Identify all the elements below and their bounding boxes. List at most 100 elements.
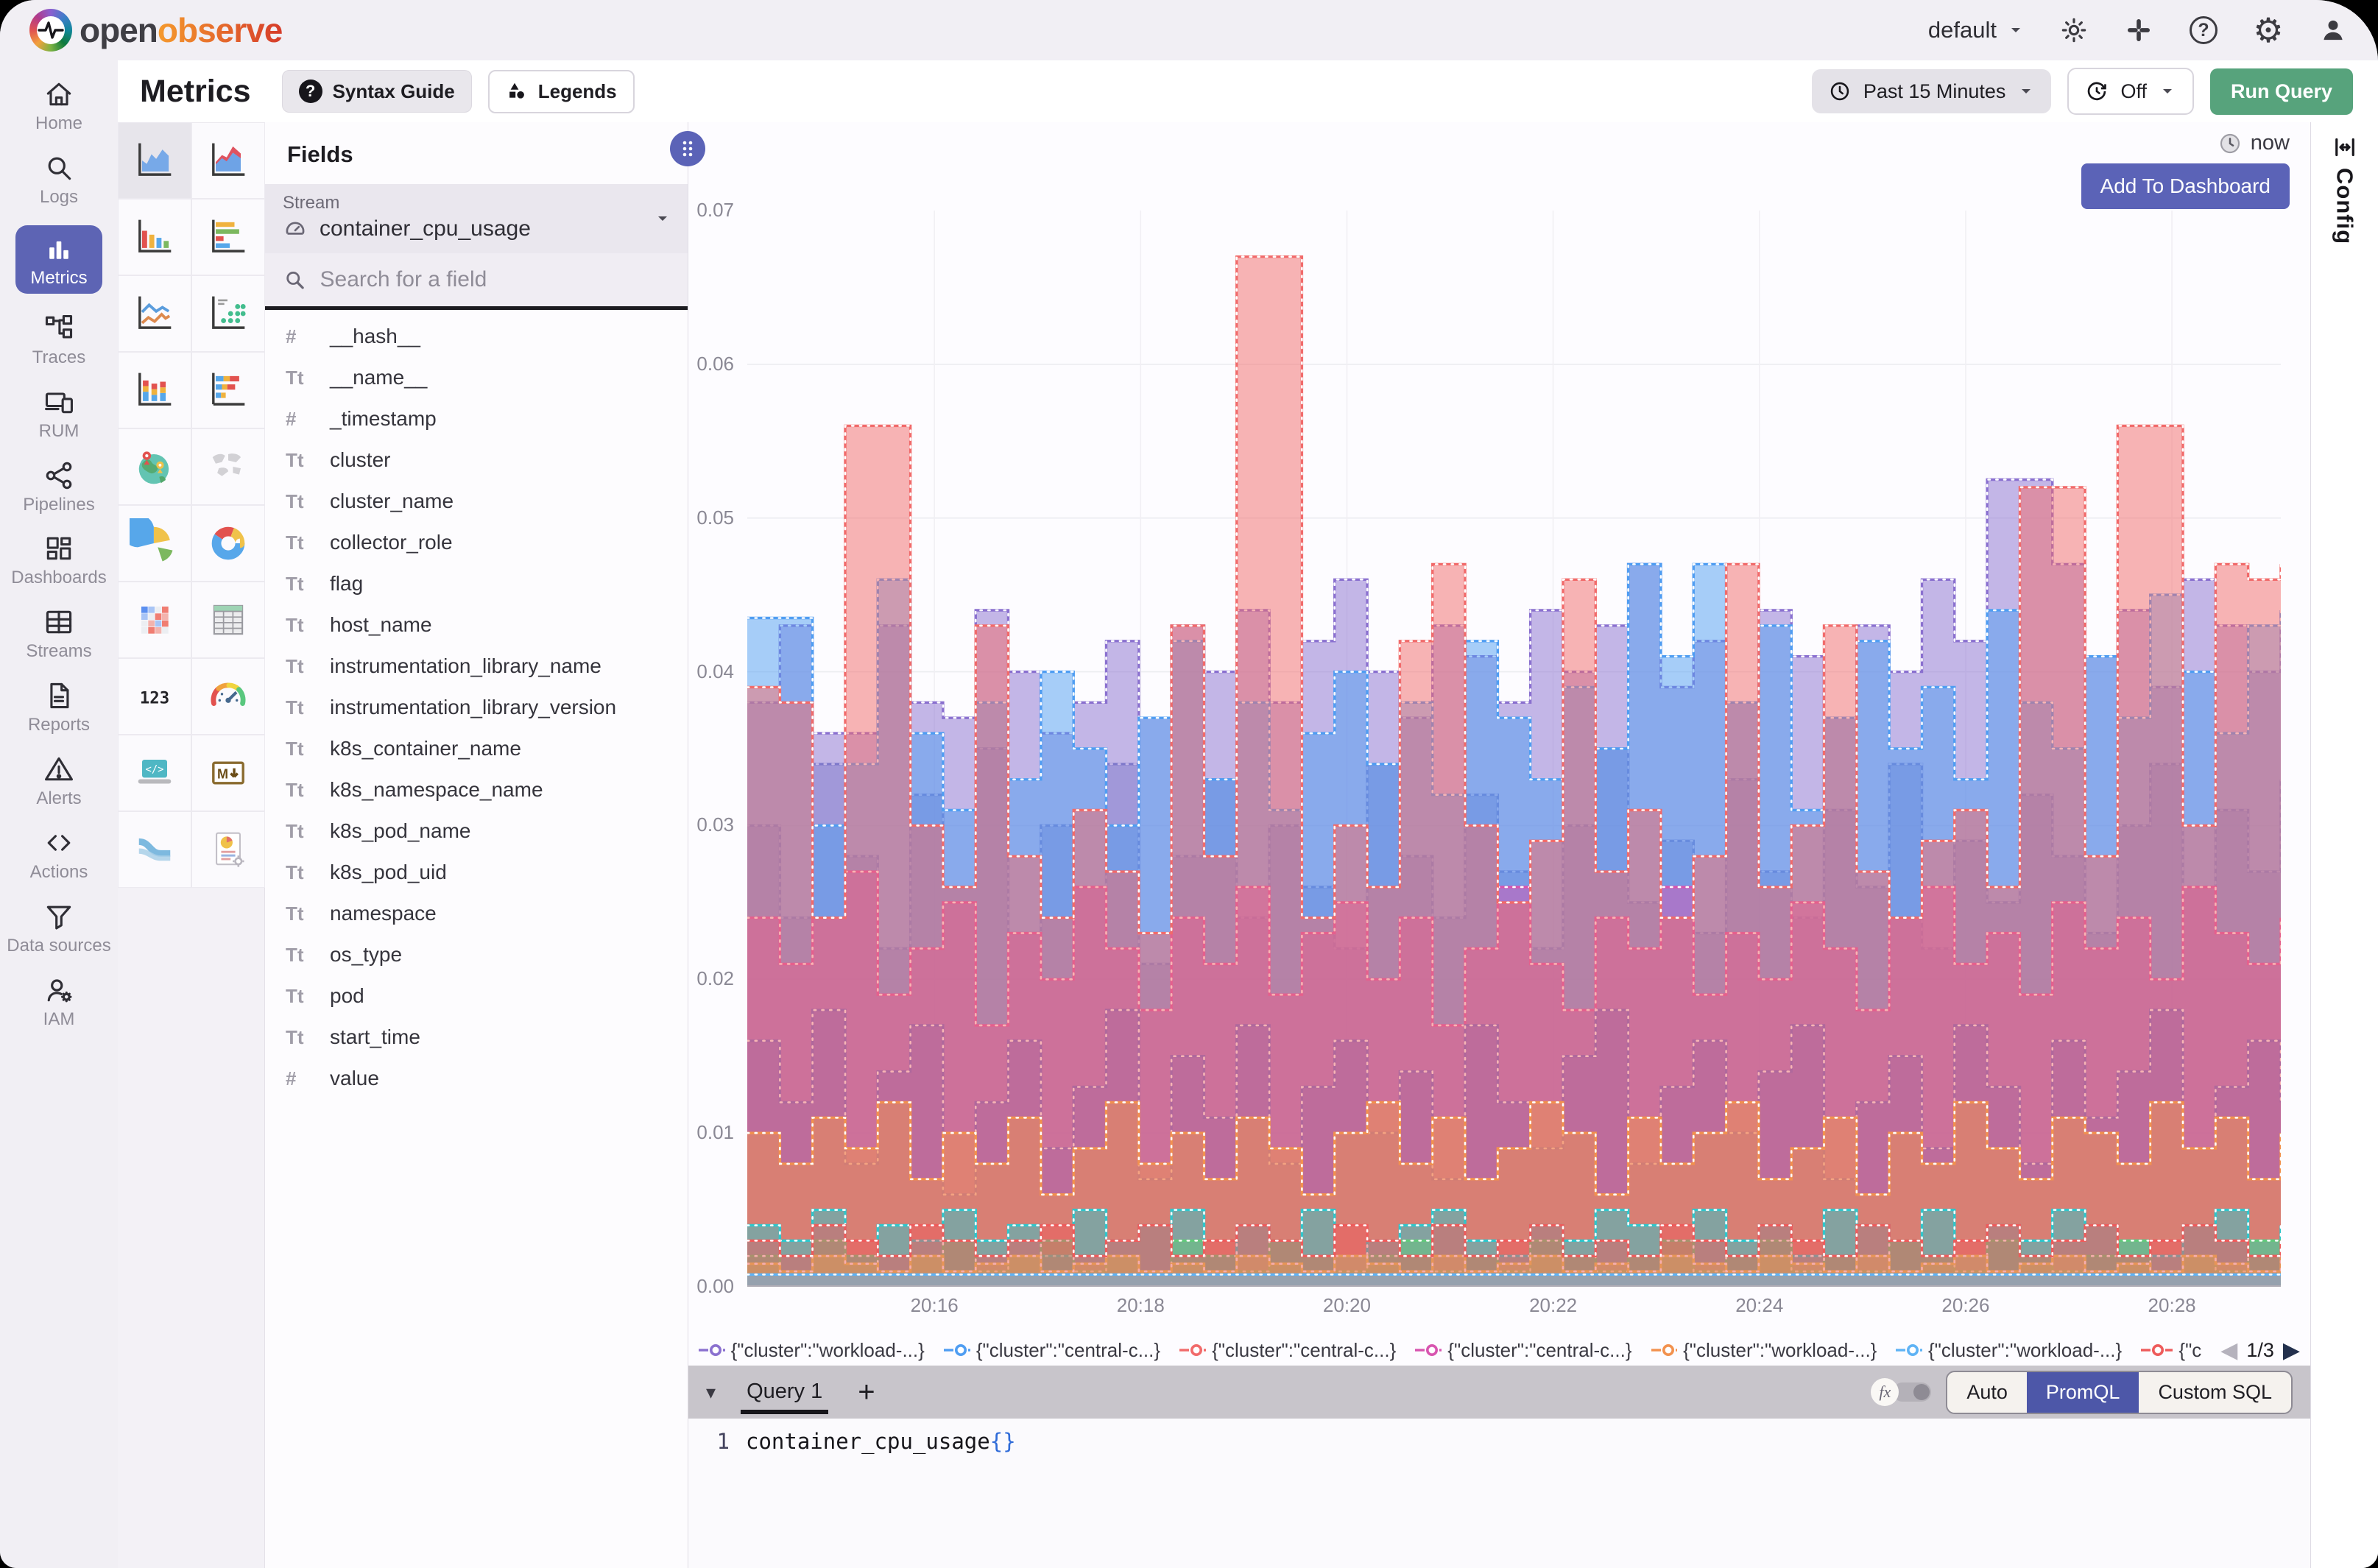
run-query-button[interactable]: Run Query — [2210, 68, 2353, 115]
legend-item-1[interactable]: {"cluster":"central-c...} — [944, 1339, 1160, 1362]
chart-type-horizontal-stacked[interactable] — [191, 352, 265, 428]
legend-item-6[interactable]: {"c — [2141, 1339, 2201, 1362]
sidebar-item-dashboards[interactable]: Dashboards — [4, 532, 114, 587]
field-item-k8s_pod_name[interactable]: Ttk8s_pod_name — [265, 811, 688, 852]
chart-type-geomap[interactable] — [118, 428, 191, 505]
chart-type-scatter[interactable] — [191, 275, 265, 352]
org-selector[interactable]: default — [1928, 17, 2025, 43]
legend-prev-icon[interactable]: ◀ — [2220, 1338, 2237, 1363]
gear-icon[interactable]: ⚙ — [2253, 15, 2284, 46]
query-editor[interactable]: 1 container_cpu_usage{} — [688, 1419, 2310, 1568]
field-item-_timestamp[interactable]: #_timestamp — [265, 398, 688, 439]
table-chart-icon — [203, 595, 253, 645]
fx-switch[interactable] — [1893, 1382, 1931, 1402]
drag-handle-icon[interactable] — [670, 131, 705, 166]
text-field-icon: Tt — [286, 944, 315, 967]
chart-type-bar[interactable] — [118, 199, 191, 275]
sidebar-item-logs[interactable]: Logs — [4, 152, 114, 207]
field-item-host_name[interactable]: Tthost_name — [265, 604, 688, 646]
chart-type-area[interactable] — [118, 122, 191, 199]
stream-selector[interactable]: Stream container_cpu_usage — [265, 184, 688, 253]
legend-item-2[interactable]: {"cluster":"central-c...} — [1179, 1339, 1396, 1362]
chart-type-html[interactable]: </> — [118, 735, 191, 811]
field-item-start_time[interactable]: Ttstart_time — [265, 1017, 688, 1058]
field-item-os_type[interactable]: Ttos_type — [265, 934, 688, 975]
chart-type-custom-chart[interactable] — [191, 811, 265, 888]
query-mode-auto[interactable]: Auto — [1947, 1372, 2027, 1413]
chart-type-markdown[interactable]: M — [191, 735, 265, 811]
field-item-flag[interactable]: Ttflag — [265, 563, 688, 604]
field-item-namespace[interactable]: Ttnamespace — [265, 893, 688, 934]
slack-icon[interactable] — [2123, 15, 2154, 46]
tab-config[interactable]: Config — [2332, 134, 2358, 244]
sidebar-item-traces[interactable]: Traces — [4, 312, 114, 367]
chart-type-stacked-bar[interactable] — [118, 352, 191, 428]
sidebar-item-rum[interactable]: RUM — [4, 386, 114, 441]
legend-item-0[interactable]: {"cluster":"workload-...} — [699, 1339, 925, 1362]
syntax-guide-button[interactable]: ? Syntax Guide — [282, 70, 472, 113]
auto-refresh-selector[interactable]: Off — [2067, 68, 2194, 115]
add-to-dashboard-button[interactable]: Add To Dashboard — [2081, 163, 2290, 209]
config-label: Config — [2332, 168, 2358, 244]
field-name: k8s_pod_uid — [330, 861, 447, 884]
field-search-input[interactable] — [320, 267, 670, 292]
field-item-instrumentation_library_name[interactable]: Ttinstrumentation_library_name — [265, 646, 688, 687]
theme-sun-icon[interactable] — [2058, 15, 2089, 46]
sidebar-item-actions[interactable]: Actions — [4, 827, 114, 882]
field-item-cluster_name[interactable]: Ttcluster_name — [265, 481, 688, 522]
chart-type-heatmap[interactable] — [118, 582, 191, 658]
chart-type-metric-text[interactable]: 123 — [118, 658, 191, 735]
add-query-button[interactable]: + — [858, 1377, 875, 1407]
legends-button[interactable]: Legends — [488, 70, 635, 113]
home-icon — [43, 78, 75, 110]
field-item-value[interactable]: #value — [265, 1058, 688, 1099]
help-icon[interactable]: ? — [2188, 15, 2219, 46]
sidebar-item-metrics[interactable]: Metrics — [15, 225, 102, 294]
chart-type-gauge[interactable] — [191, 658, 265, 735]
legend-item-3[interactable]: {"cluster":"central-c...} — [1415, 1339, 1631, 1362]
area-chart-icon — [130, 135, 180, 186]
field-item-cluster[interactable]: Ttcluster — [265, 439, 688, 481]
field-item-pod[interactable]: Ttpod — [265, 975, 688, 1017]
chart-type-line[interactable] — [118, 275, 191, 352]
metrics-chart[interactable] — [747, 211, 2281, 1287]
brand-logo[interactable]: openobserve — [29, 9, 282, 52]
query-mode-custom-sql[interactable]: Custom SQL — [2139, 1372, 2291, 1413]
sidebar-item-pipelines[interactable]: Pipelines — [4, 459, 114, 515]
legend-label: {"cluster":"central-c...} — [976, 1339, 1160, 1362]
metrics-icon — [43, 233, 75, 265]
field-item-k8s_container_name[interactable]: Ttk8s_container_name — [265, 728, 688, 769]
chart-type-area-stacked[interactable] — [191, 122, 265, 199]
legend-item-4[interactable]: {"cluster":"workload-...} — [1651, 1339, 1877, 1362]
chart-type-horizontal-bar[interactable] — [191, 199, 265, 275]
chart-type-table[interactable] — [191, 582, 265, 658]
fields-title: Fields — [265, 122, 688, 184]
sidebar-item-iam[interactable]: IAM — [4, 974, 114, 1029]
horizontal-bar-chart-icon — [203, 212, 253, 262]
time-range-selector[interactable]: Past 15 Minutes — [1812, 69, 2052, 113]
sidebar-item-streams[interactable]: Streams — [4, 606, 114, 661]
sidebar-item-data-sources[interactable]: Data sources — [4, 900, 114, 956]
sidebar-item-home[interactable]: Home — [4, 78, 114, 133]
sidebar-item-reports[interactable]: Reports — [4, 679, 114, 735]
field-item-__name__[interactable]: Tt__name__ — [265, 357, 688, 398]
fx-toggle[interactable]: fx — [1871, 1378, 1931, 1406]
chart-type-pie[interactable] — [118, 505, 191, 582]
legend-next-icon[interactable]: ▶ — [2283, 1338, 2300, 1363]
field-item-k8s_pod_uid[interactable]: Ttk8s_pod_uid — [265, 852, 688, 893]
chart-type-donut[interactable] — [191, 505, 265, 582]
sidebar-item-alerts[interactable]: Alerts — [4, 753, 114, 808]
text-field-icon: Tt — [286, 449, 315, 472]
tab-query-1[interactable]: Query 1 — [741, 1366, 828, 1419]
chart-type-maps[interactable] — [191, 428, 265, 505]
field-item-__hash__[interactable]: #__hash__ — [265, 316, 688, 357]
chart-type-sankey[interactable] — [118, 811, 191, 888]
field-item-instrumentation_library_version[interactable]: Ttinstrumentation_library_version — [265, 687, 688, 728]
field-item-collector_role[interactable]: Ttcollector_role — [265, 522, 688, 563]
legend-item-5[interactable]: {"cluster":"workload-...} — [1896, 1339, 2122, 1362]
user-icon[interactable] — [2318, 15, 2349, 46]
field-item-k8s_namespace_name[interactable]: Ttk8s_namespace_name — [265, 769, 688, 811]
gauge-chart-icon — [203, 671, 253, 721]
query-collapse-icon[interactable]: ▾ — [706, 1381, 716, 1404]
query-mode-promql[interactable]: PromQL — [2027, 1372, 2139, 1413]
